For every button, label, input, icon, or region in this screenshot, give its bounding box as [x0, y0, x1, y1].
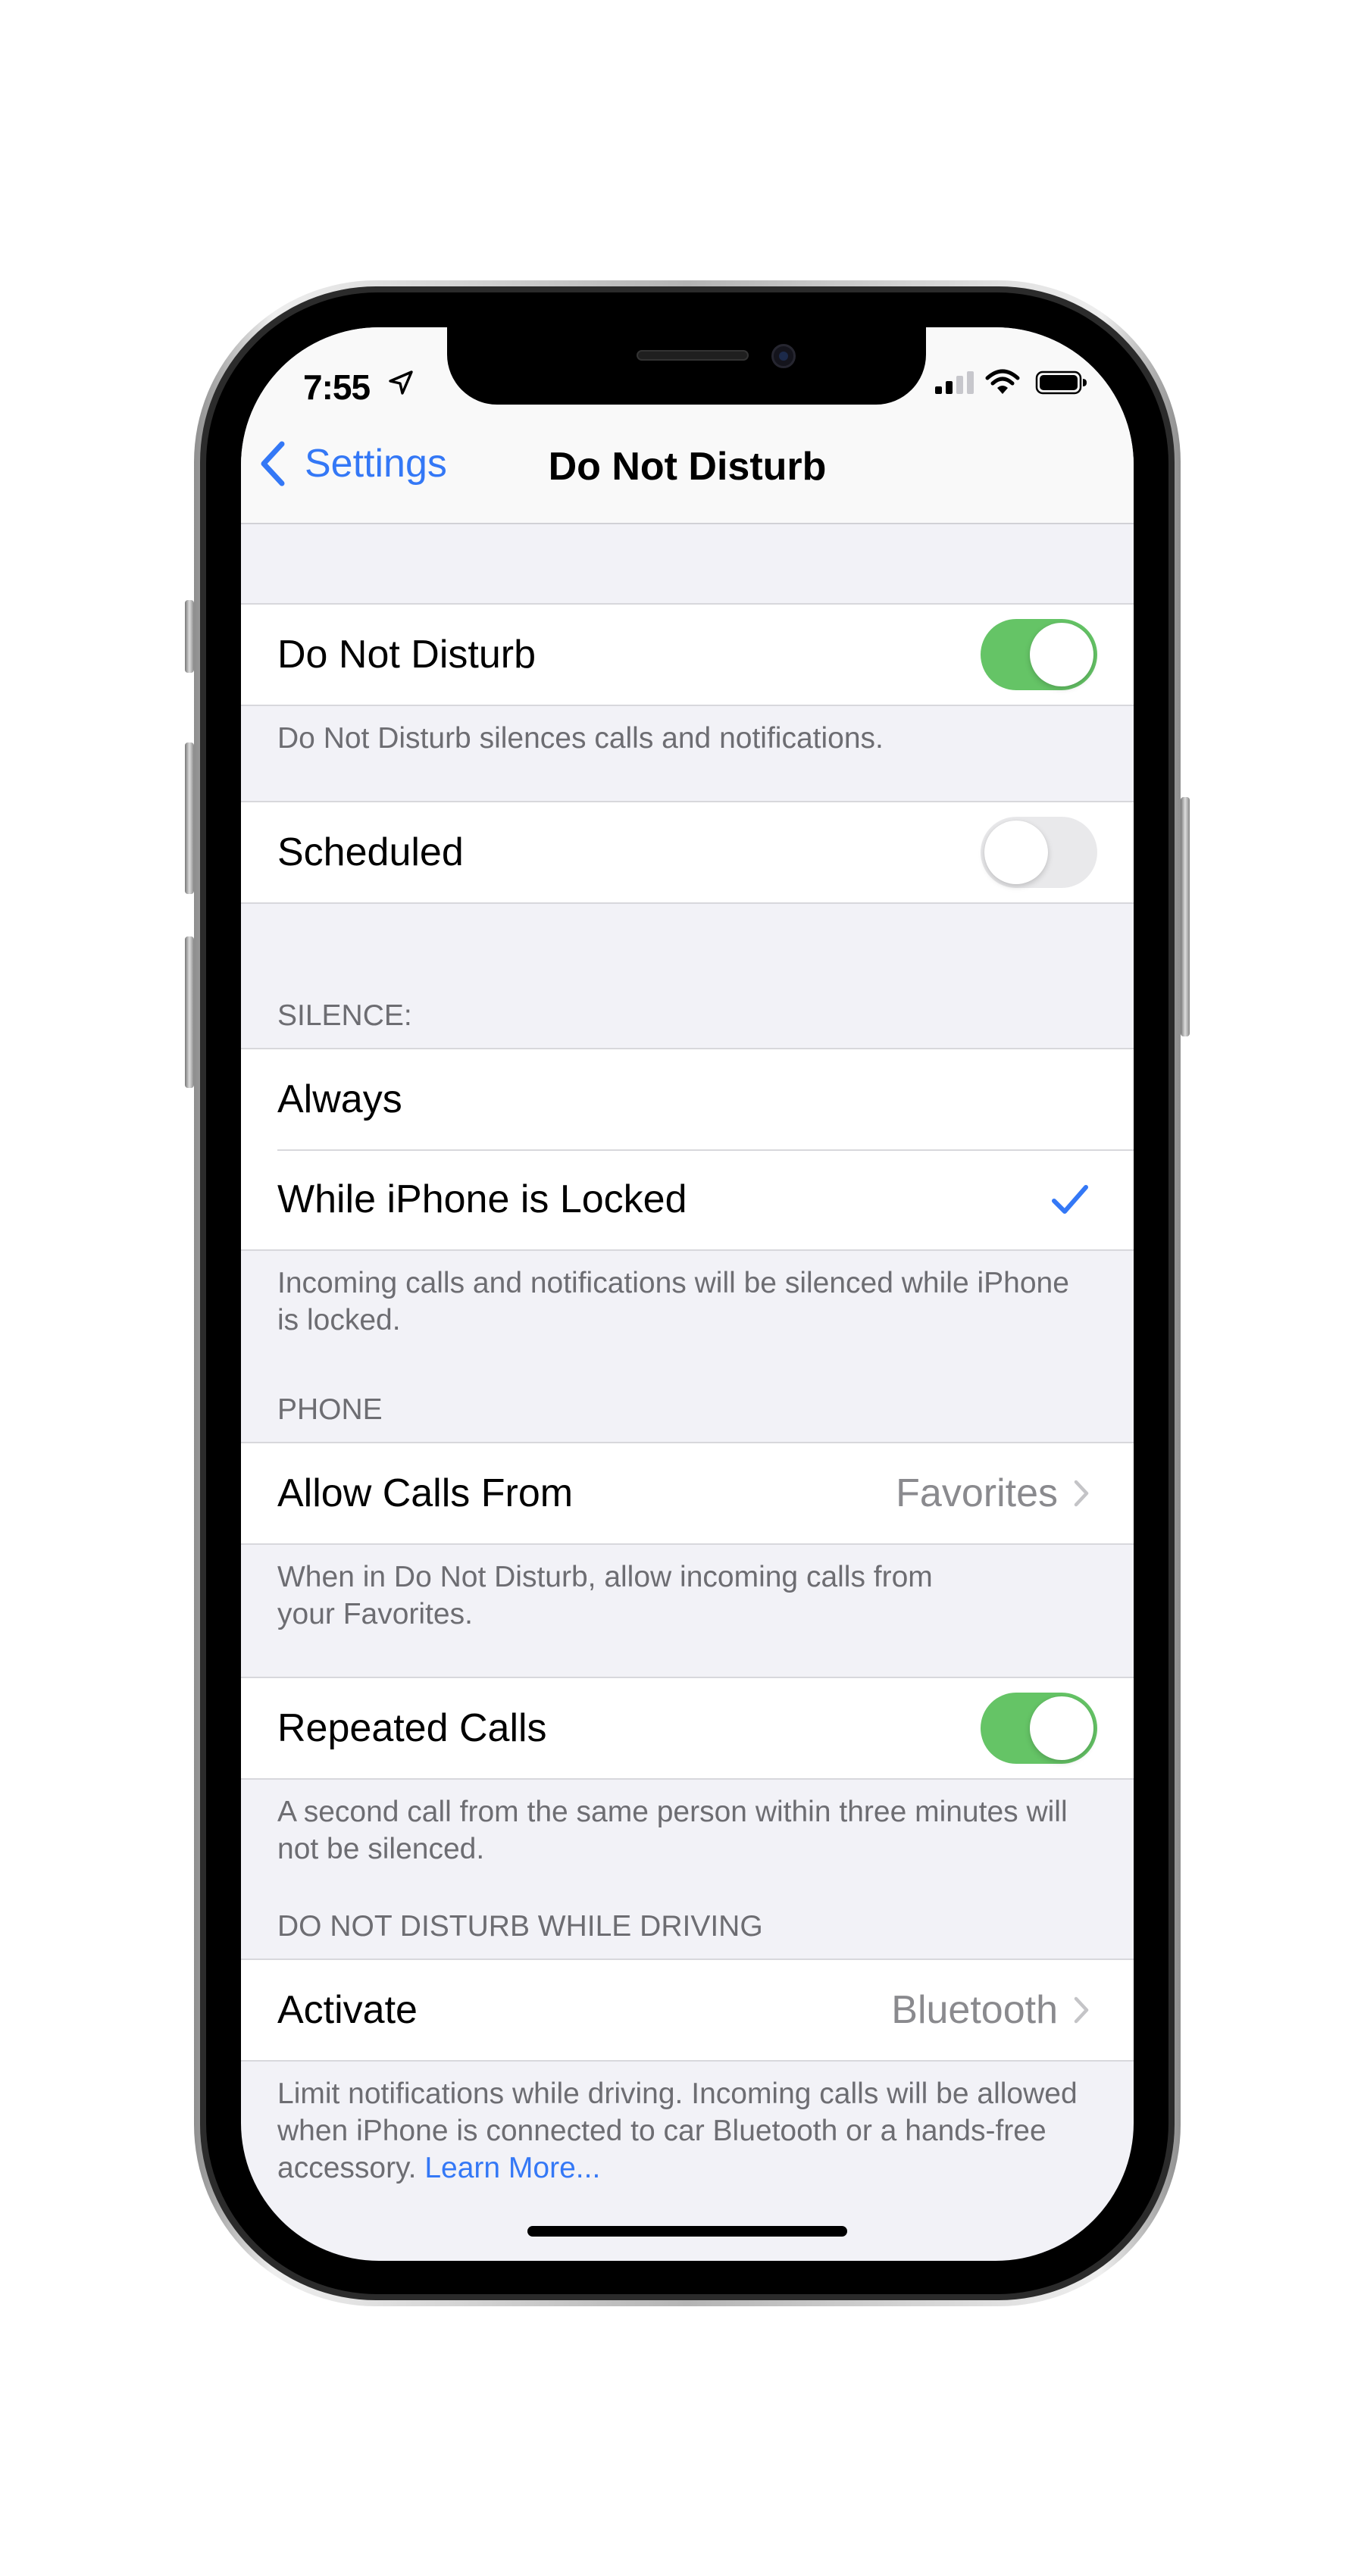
- dnd-label: Do Not Disturb: [277, 633, 536, 677]
- volume-down-button: [185, 936, 194, 1088]
- activate-row[interactable]: Activate Bluetooth: [241, 1960, 1134, 2060]
- scheduled-row: Scheduled: [241, 802, 1134, 902]
- activate-label: Activate: [277, 1988, 418, 2032]
- chevron-right-icon: [1074, 1480, 1089, 1507]
- earpiece-speaker: [637, 350, 749, 361]
- toggle-knob: [1030, 623, 1093, 686]
- dnd-toggle[interactable]: [981, 619, 1097, 690]
- front-camera-icon: [771, 344, 796, 368]
- wifi-icon: [985, 369, 1020, 394]
- silence-option-locked[interactable]: While iPhone is Locked: [241, 1149, 1134, 1249]
- scheduled-toggle[interactable]: [981, 817, 1097, 888]
- navigation-bar: Settings Do Not Disturb: [241, 403, 1134, 524]
- silence-footer: Incoming calls and notifications will be…: [277, 1267, 1069, 1336]
- silence-option-label: While iPhone is Locked: [277, 1177, 687, 1221]
- repeated-calls-row: Repeated Calls: [241, 1678, 1134, 1778]
- silence-group: Always While iPhone is Locked: [241, 1048, 1134, 1251]
- silence-option-always[interactable]: Always: [241, 1049, 1134, 1149]
- page-title: Do Not Disturb: [548, 445, 827, 489]
- chevron-right-icon: [1074, 1996, 1089, 2024]
- allow-calls-row[interactable]: Allow Calls From Favorites: [241, 1443, 1134, 1543]
- phone-screen: 7:55 Settings Do Not Disturb Do Not Dist…: [241, 327, 1134, 2261]
- settings-list: Do Not Disturb Do Not Disturb silences c…: [241, 524, 1134, 2187]
- side-power-button: [1181, 797, 1190, 1036]
- allow-calls-label: Allow Calls From: [277, 1471, 574, 1515]
- driving-group: Activate Bluetooth: [241, 1959, 1134, 2062]
- status-time: 7:55: [303, 367, 371, 407]
- silence-option-label: Always: [277, 1077, 402, 1121]
- mute-switch: [185, 600, 194, 673]
- activate-value: Bluetooth: [891, 1988, 1058, 2032]
- scheduled-group: Scheduled: [241, 801, 1134, 904]
- allow-calls-value: Favorites: [896, 1471, 1058, 1515]
- phone-group: Allow Calls From Favorites: [241, 1442, 1134, 1545]
- battery-full-icon: [1035, 370, 1087, 395]
- location-arrow-icon: [389, 370, 413, 395]
- scheduled-label: Scheduled: [277, 830, 464, 874]
- volume-up-button: [185, 742, 194, 894]
- repeated-calls-footer: A second call from the same person withi…: [277, 1796, 1068, 1865]
- cellular-signal-icon: [935, 371, 974, 394]
- dnd-row: Do Not Disturb: [241, 605, 1134, 705]
- notch: [447, 327, 926, 405]
- phone-footer: When in Do Not Disturb, allow incoming c…: [277, 1561, 933, 1630]
- dnd-group: Do Not Disturb: [241, 603, 1134, 706]
- checkmark-icon: [1052, 1185, 1088, 1214]
- driving-footer: Limit notifications while driving. Incom…: [241, 2062, 1134, 2187]
- repeated-calls-group: Repeated Calls: [241, 1677, 1134, 1780]
- repeated-calls-label: Repeated Calls: [277, 1706, 547, 1750]
- repeated-calls-toggle[interactable]: [981, 1693, 1097, 1764]
- driving-footer-text: Limit notifications while driving. Incom…: [277, 2077, 1078, 2184]
- home-indicator[interactable]: [527, 2226, 847, 2237]
- dnd-footer: Do Not Disturb silences calls and notifi…: [277, 722, 884, 755]
- driving-header: DO NOT DISTURB WHILE DRIVING: [277, 1910, 763, 1943]
- toggle-knob: [984, 821, 1048, 884]
- learn-more-link[interactable]: Learn More...: [424, 2152, 600, 2184]
- phone-header: PHONE: [277, 1393, 383, 1426]
- silence-header: SILENCE:: [277, 999, 412, 1032]
- toggle-knob: [1030, 1696, 1093, 1760]
